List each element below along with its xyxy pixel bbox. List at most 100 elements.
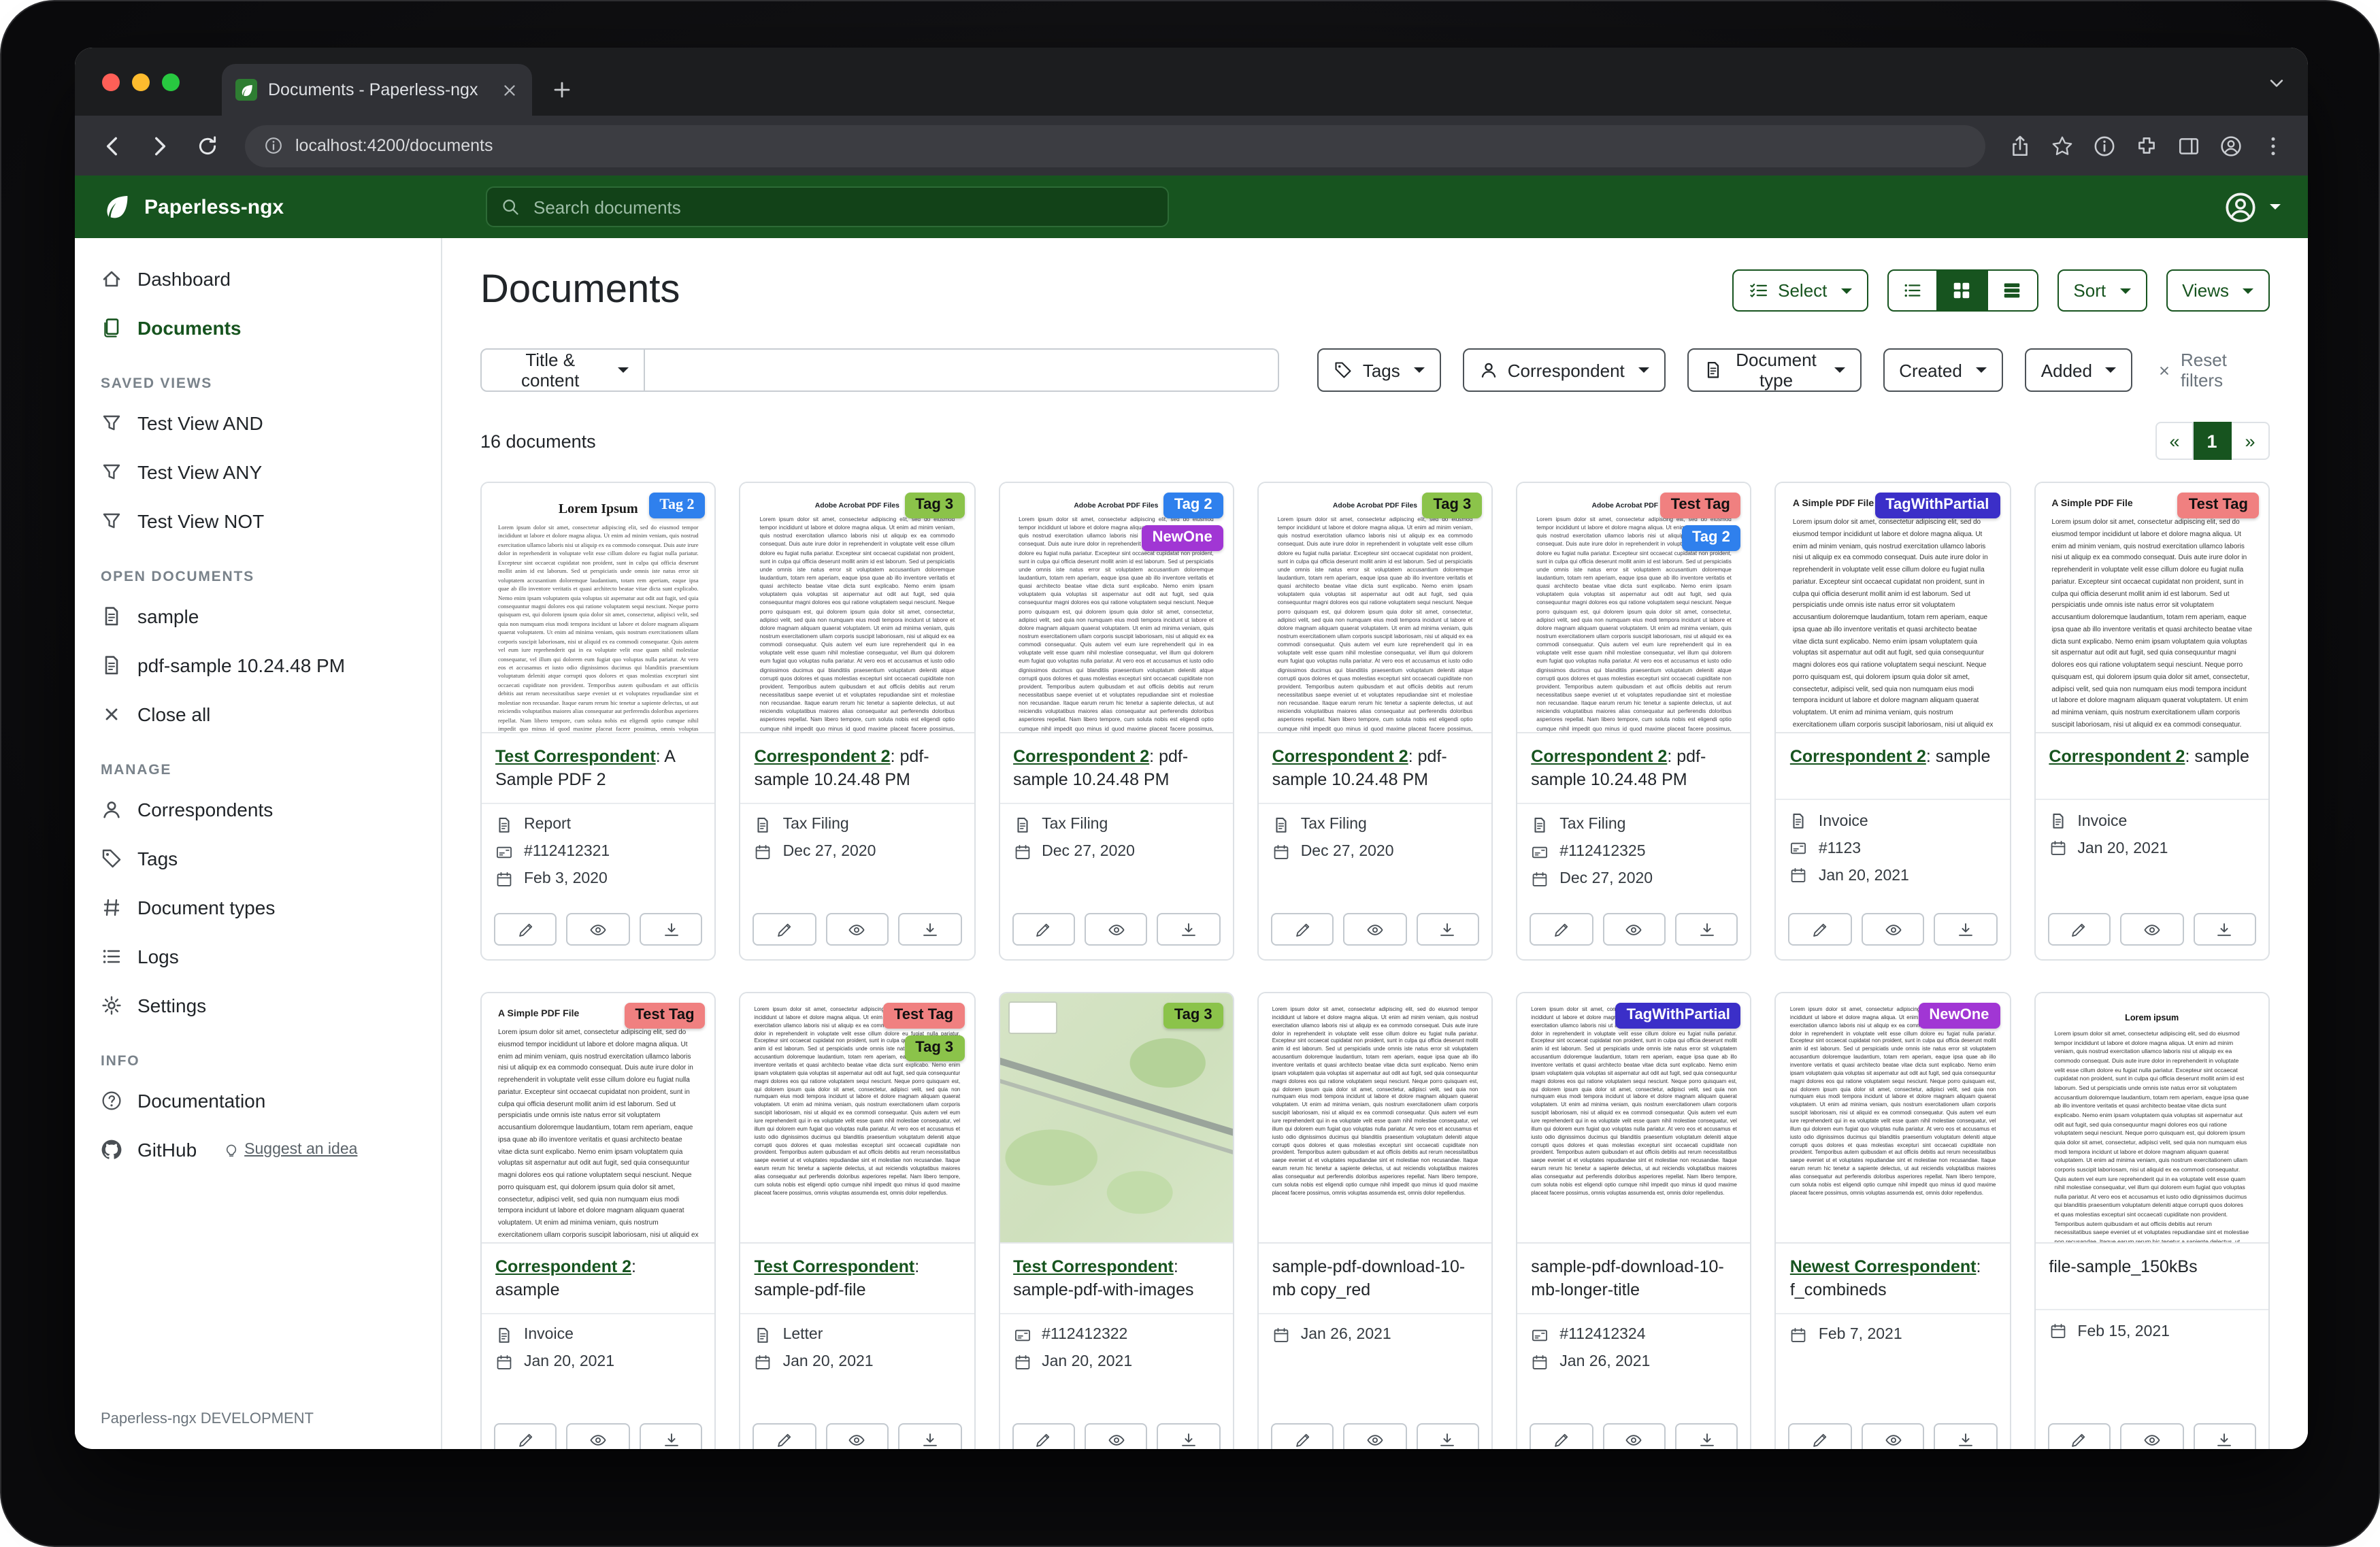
sidebar-item[interactable]: Correspondents bbox=[75, 785, 441, 834]
document-card[interactable]: Tag 3 Lorem ipsum dolor sit amet, consec… bbox=[998, 992, 1234, 1449]
document-thumbnail[interactable]: Test Tag Tag 2 Adobe Acrobat PDF Files L… bbox=[1517, 483, 1751, 733]
preview-button[interactable] bbox=[1344, 913, 1407, 946]
views-button[interactable]: Views bbox=[2166, 269, 2270, 312]
tag-badge[interactable]: Test Tag bbox=[1660, 493, 1741, 518]
view-grid-button[interactable] bbox=[1937, 269, 1987, 312]
download-button[interactable] bbox=[1416, 913, 1479, 946]
document-thumbnail[interactable]: Tag 2 NewOne Adobe Acrobat PDF Files Lor… bbox=[999, 483, 1233, 733]
edit-button[interactable] bbox=[753, 1423, 816, 1449]
document-thumbnail[interactable]: TagWithPartial Lorem ipsum dolor sit ame… bbox=[1517, 993, 1751, 1244]
tag-badge[interactable]: Tag 3 bbox=[1422, 493, 1482, 518]
download-button[interactable] bbox=[1157, 913, 1221, 946]
edit-button[interactable] bbox=[1789, 913, 1852, 946]
browser-tab[interactable]: Documents - Paperless-ngx bbox=[222, 64, 532, 116]
edit-button[interactable] bbox=[1789, 1423, 1852, 1449]
download-button[interactable] bbox=[898, 913, 961, 946]
correspondent-link[interactable]: Correspondent 2 bbox=[1531, 747, 1667, 766]
tag-badge[interactable]: Tag 2 bbox=[648, 493, 705, 518]
document-thumbnail[interactable]: Tag 2 Lorem Ipsum Lorem ipsum dolor sit … bbox=[482, 483, 715, 733]
document-card[interactable]: Test Tag Tag 2 Adobe Acrobat PDF Files L… bbox=[1516, 482, 1752, 961]
reload-button[interactable] bbox=[196, 134, 219, 157]
filter-button[interactable]: Created bbox=[1883, 348, 2003, 392]
extensions-icon[interactable] bbox=[2135, 134, 2158, 157]
menu-icon[interactable] bbox=[2262, 134, 2285, 157]
document-thumbnail[interactable]: Tag 3 Adobe Acrobat PDF Files Lorem ipsu… bbox=[1259, 483, 1492, 733]
view-table-button[interactable] bbox=[1987, 269, 2038, 312]
search-input[interactable] bbox=[531, 195, 1154, 218]
document-card[interactable]: Test Tag A Simple PDF File Lorem ipsum d… bbox=[2034, 482, 2270, 961]
select-button[interactable]: Select bbox=[1732, 269, 1868, 312]
tag-badge[interactable]: NewOne bbox=[1142, 525, 1223, 551]
filter-button[interactable]: Document type bbox=[1687, 348, 1862, 392]
tag-badge[interactable]: Test Tag bbox=[2178, 493, 2259, 518]
preview-button[interactable] bbox=[567, 1423, 630, 1449]
preview-button[interactable] bbox=[1344, 1423, 1407, 1449]
document-card[interactable]: Test Tag Tag 3 Lorem ipsum dolor sit ame… bbox=[740, 992, 976, 1449]
edit-button[interactable] bbox=[494, 913, 557, 946]
document-card[interactable]: Tag 2 NewOne Adobe Acrobat PDF Files Lor… bbox=[998, 482, 1234, 961]
sidebar-item[interactable]: Test View NOT bbox=[75, 497, 441, 546]
edit-button[interactable] bbox=[494, 1423, 557, 1449]
correspondent-link[interactable]: Correspondent 2 bbox=[755, 747, 891, 766]
correspondent-link[interactable]: Test Correspondent bbox=[755, 1257, 915, 1276]
sidebar-item[interactable]: Document types bbox=[75, 883, 441, 932]
preview-button[interactable] bbox=[1602, 1423, 1666, 1449]
preview-button[interactable] bbox=[2120, 1423, 2183, 1449]
sidebar-item[interactable]: Test View AND bbox=[75, 399, 441, 448]
download-button[interactable] bbox=[640, 1423, 703, 1449]
document-thumbnail[interactable]: Lorem ipsum dolor sit amet, consectetur … bbox=[1259, 993, 1492, 1244]
download-button[interactable] bbox=[1934, 913, 1998, 946]
document-card[interactable]: Lorem ipsum Lorem ipsum dolor sit amet, … bbox=[2034, 992, 2270, 1449]
info-icon[interactable] bbox=[2093, 134, 2116, 157]
window-minimize-button[interactable] bbox=[132, 73, 150, 91]
edit-button[interactable] bbox=[1530, 913, 1593, 946]
correspondent-link[interactable]: Newest Correspondent bbox=[1790, 1257, 1977, 1276]
forward-button[interactable] bbox=[148, 134, 171, 157]
edit-button[interactable] bbox=[2047, 913, 2111, 946]
edit-button[interactable] bbox=[1271, 1423, 1334, 1449]
tag-badge[interactable]: Tag 3 bbox=[904, 493, 964, 518]
download-button[interactable] bbox=[640, 913, 703, 946]
download-button[interactable] bbox=[898, 1423, 961, 1449]
download-button[interactable] bbox=[1157, 1423, 1221, 1449]
preview-button[interactable] bbox=[1862, 1423, 1925, 1449]
filter-query-input[interactable] bbox=[644, 348, 1279, 392]
tag-badge[interactable]: Test Tag bbox=[883, 1003, 964, 1029]
document-card[interactable]: NewOne Lorem ipsum dolor sit amet, conse… bbox=[1775, 992, 2011, 1449]
document-card[interactable]: Tag 3 Adobe Acrobat PDF Files Lorem ipsu… bbox=[740, 482, 976, 961]
correspondent-link[interactable]: Test Correspondent bbox=[1013, 1257, 1174, 1276]
tag-badge[interactable]: Tag 3 bbox=[904, 1035, 964, 1061]
edit-button[interactable] bbox=[1012, 1423, 1075, 1449]
download-button[interactable] bbox=[1416, 1423, 1479, 1449]
preview-button[interactable] bbox=[2120, 913, 2183, 946]
preview-button[interactable] bbox=[567, 913, 630, 946]
suggest-idea-link[interactable]: Suggest an idea bbox=[222, 1142, 357, 1158]
document-thumbnail[interactable]: Test Tag A Simple PDF File Lorem ipsum d… bbox=[2035, 483, 2268, 733]
preview-button[interactable] bbox=[1862, 913, 1925, 946]
document-thumbnail[interactable]: Tag 3 Adobe Acrobat PDF Files Lorem ipsu… bbox=[741, 483, 974, 733]
sidebar-item[interactable]: Documentation bbox=[75, 1076, 441, 1125]
edit-button[interactable] bbox=[1271, 913, 1334, 946]
download-button[interactable] bbox=[2193, 913, 2256, 946]
document-thumbnail[interactable]: NewOne Lorem ipsum dolor sit amet, conse… bbox=[1776, 993, 2010, 1244]
sidebar-item[interactable]: Close all bbox=[75, 690, 441, 739]
document-card[interactable]: Tag 3 Adobe Acrobat PDF Files Lorem ipsu… bbox=[1257, 482, 1493, 961]
tag-badge[interactable]: Tag 3 bbox=[1163, 1003, 1223, 1029]
reset-filters-button[interactable]: Reset filters bbox=[2158, 350, 2270, 390]
download-button[interactable] bbox=[1675, 913, 1738, 946]
document-thumbnail[interactable]: Tag 3 Lorem ipsum dolor sit amet, consec… bbox=[999, 993, 1233, 1244]
filter-button[interactable]: Added bbox=[2025, 348, 2133, 392]
sidebar-item[interactable]: Test View ANY bbox=[75, 448, 441, 497]
tab-close-icon[interactable] bbox=[501, 81, 518, 99]
sort-button[interactable]: Sort bbox=[2057, 269, 2147, 312]
download-button[interactable] bbox=[1675, 1423, 1738, 1449]
document-thumbnail[interactable]: Lorem ipsum Lorem ipsum dolor sit amet, … bbox=[2035, 993, 2268, 1244]
user-menu[interactable] bbox=[2224, 190, 2281, 224]
sidebar-item[interactable]: pdf-sample 10.24.48 PM bbox=[75, 641, 441, 690]
back-button[interactable] bbox=[101, 134, 124, 157]
edit-button[interactable] bbox=[2047, 1423, 2111, 1449]
document-thumbnail[interactable]: Test Tag Tag 3 Lorem ipsum dolor sit ame… bbox=[741, 993, 974, 1244]
filter-button[interactable]: Tags bbox=[1318, 348, 1441, 392]
sidebar-item[interactable]: Logs bbox=[75, 932, 441, 981]
current-page[interactable]: 1 bbox=[2194, 422, 2232, 460]
